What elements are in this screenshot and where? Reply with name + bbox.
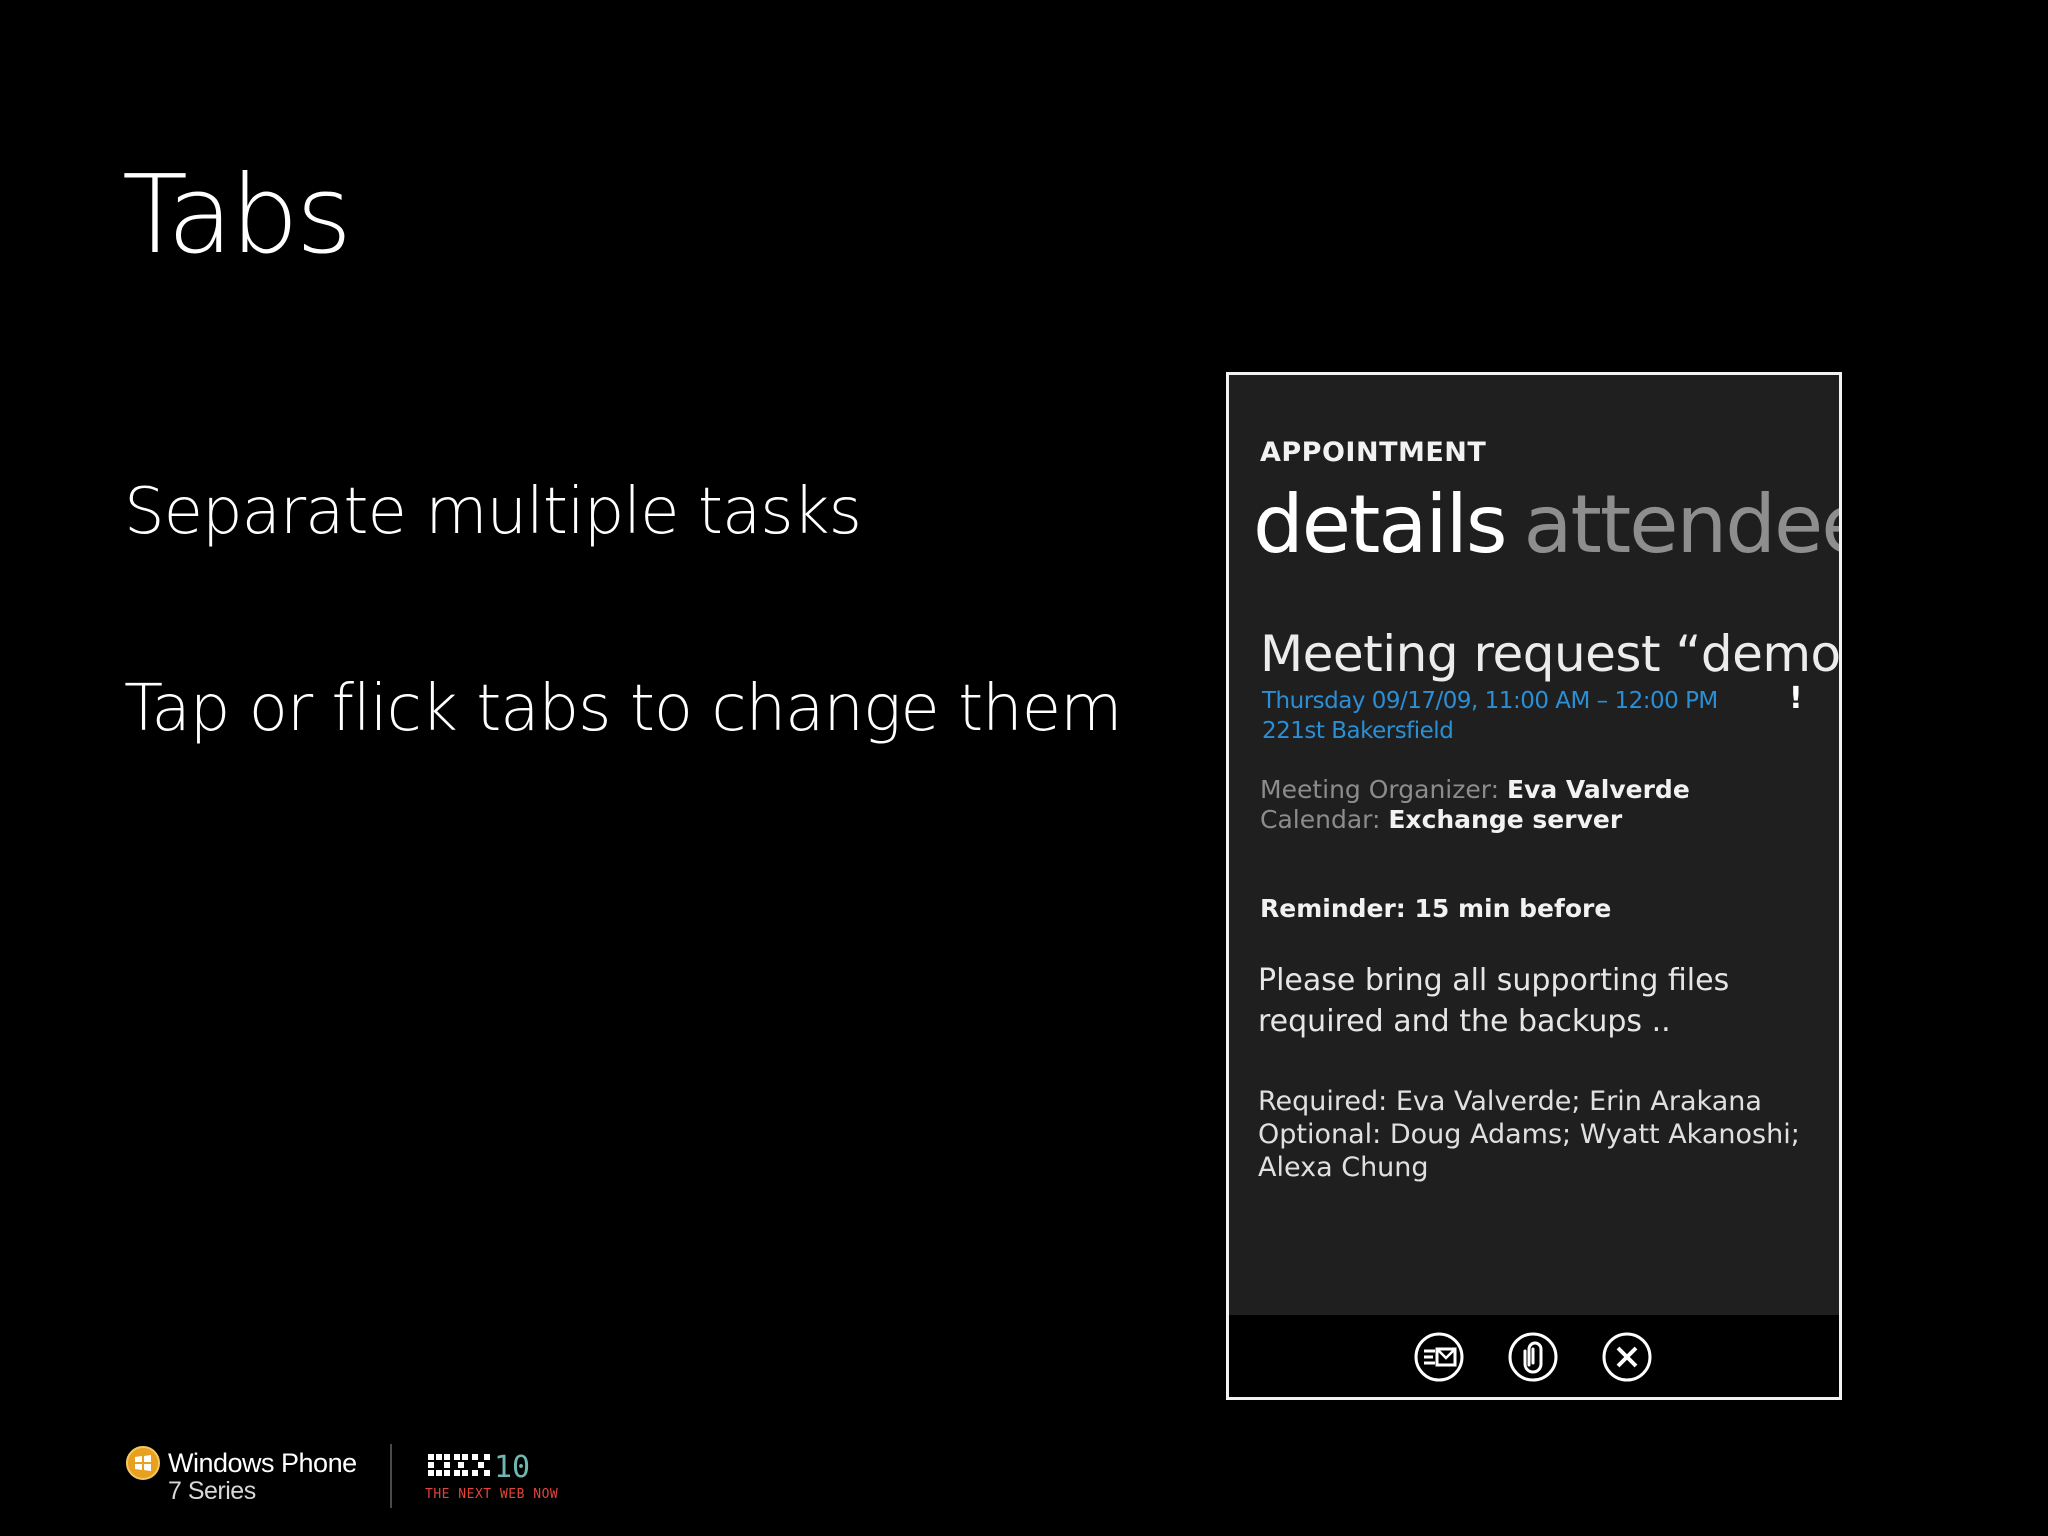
organizer-value: Eva Valverde [1506, 775, 1690, 804]
windows-phone-series: 7 Series [168, 1477, 256, 1505]
bullet-tap-flick-tabs: Tap or flick tabs to change them [124, 672, 1122, 746]
bullet-separate-tasks: Separate multiple tasks [124, 475, 862, 549]
attendee-summary: Required: Eva Valverde; Erin Arakana Opt… [1258, 1085, 1818, 1184]
high-importance-icon: ! [1789, 681, 1803, 716]
attach-icon[interactable] [1507, 1331, 1559, 1383]
pivot-tab-attendees[interactable]: attendee [1524, 478, 1839, 571]
slide-title: Tabs [122, 153, 352, 278]
required-attendees: Required: Eva Valverde; Erin Arakana [1258, 1086, 1762, 1117]
phone-screen: APPOINTMENT details attendee Meeting requ… [1226, 372, 1842, 1400]
windows-phone-brand-name: Windows Phone [168, 1448, 357, 1478]
optional-attendees: Optional: Doug Adams; Wyatt Akanoshi; Al… [1258, 1119, 1800, 1183]
close-icon[interactable] [1601, 1331, 1653, 1383]
pivot-tab-details[interactable]: details [1253, 478, 1508, 571]
meeting-title: Meeting request “demo [1260, 625, 1841, 683]
meeting-notes: Please bring all supporting files requir… [1258, 963, 1730, 1039]
meeting-location: 221st Bakersfield [1262, 718, 1454, 744]
respond-icon[interactable] [1413, 1331, 1465, 1383]
app-bar [1229, 1315, 1839, 1397]
pivot-header: details attendee [1253, 485, 1839, 565]
calendar-source: Calendar: Exchange server [1260, 805, 1622, 834]
meeting-organizer: Meeting Organizer: Eva Valverde [1260, 775, 1690, 804]
windows-phone-logo-icon [126, 1446, 160, 1480]
calendar-value: Exchange server [1388, 805, 1623, 834]
footer-divider [390, 1444, 392, 1508]
meeting-date-time: Thursday 09/17/09, 11:00 AM – 12:00 PM [1262, 688, 1718, 714]
svg-text:10: 10 [494, 1450, 530, 1484]
mix10-tagline: THE NEXT WEB NOW [425, 1487, 559, 1502]
organizer-label: Meeting Organizer: [1260, 775, 1500, 804]
mix10-logo-icon: 10 [428, 1450, 530, 1484]
reminder-text: Reminder: 15 min before [1260, 894, 1612, 923]
app-title: APPOINTMENT [1260, 437, 1487, 468]
calendar-label: Calendar: [1260, 805, 1381, 834]
